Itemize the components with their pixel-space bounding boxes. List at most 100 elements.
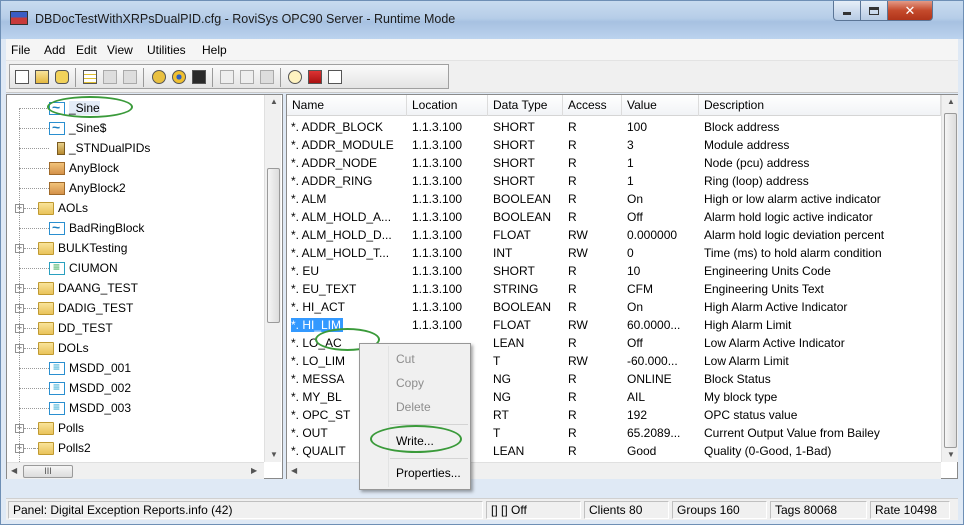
scroll-down-icon[interactable]: ▼ <box>270 450 278 459</box>
menu-item-copy[interactable]: Copy <box>396 376 424 390</box>
grid-vertical-scrollbar[interactable]: ▲ ▼ <box>941 95 958 462</box>
context-menu: Cut Copy Delete Write... Properties... <box>359 343 471 490</box>
gears-icon[interactable] <box>150 68 168 86</box>
cell-desc: High or low alarm active indicator <box>704 192 881 206</box>
paste2-disabled-icon[interactable] <box>258 68 276 86</box>
minimize-button[interactable] <box>833 1 861 21</box>
tree-item[interactable]: + DADIG_TEST <box>7 298 265 318</box>
menu-help[interactable]: Help <box>202 43 227 57</box>
scroll-left-icon[interactable]: ◀ <box>291 466 297 475</box>
paste-disabled-icon[interactable] <box>238 68 256 86</box>
tree-panel[interactable]: _Sine _Sine$ _STNDualPIDs AnyBlock AnyBlock2… <box>6 94 283 479</box>
table-row[interactable]: *. ALM_HOLD_D... 1.1.3.100 FLOAT RW 0.000000… <box>287 226 941 245</box>
tree-item[interactable]: + DAANG_TEST <box>7 278 265 298</box>
scroll-up-icon[interactable]: ▲ <box>270 97 278 106</box>
col-value[interactable]: Value <box>622 95 699 116</box>
tree-item[interactable]: MSDD_003 <box>7 398 265 418</box>
cut-disabled-icon[interactable] <box>218 68 236 86</box>
menu-edit[interactable]: Edit <box>76 43 97 57</box>
target-icon[interactable] <box>170 68 188 86</box>
tree-item[interactable]: _STNDualPIDs <box>7 138 265 158</box>
help-icon[interactable] <box>286 68 304 86</box>
tree-connector <box>19 368 49 369</box>
toolbar-separator <box>280 68 281 87</box>
tree-hscroll-thumb[interactable]: III <box>23 465 73 478</box>
cell-access: R <box>568 210 577 224</box>
tree-item[interactable]: AnyBlock2 <box>7 178 265 198</box>
camera-icon[interactable] <box>190 68 208 86</box>
table-row[interactable]: *. ALM 1.1.3.100 BOOLEAN R On High or low ala… <box>287 190 941 209</box>
col-access[interactable]: Access <box>563 95 622 116</box>
cell-desc: Time (ms) to hold alarm condition <box>704 246 882 260</box>
maximize-button[interactable] <box>860 1 888 21</box>
table-row[interactable]: *. ADDR_NODE 1.1.3.100 SHORT R 1 Node (pcu) a… <box>287 154 941 173</box>
menu-add[interactable]: Add <box>44 43 65 57</box>
scroll-left-icon[interactable]: ◀ <box>11 466 17 475</box>
table-row[interactable]: *. ADDR_MODULE 1.1.3.100 SHORT R 3 Module add… <box>287 136 941 155</box>
tree-item[interactable]: + AOLs <box>7 198 265 218</box>
cell-value: 1 <box>627 156 634 170</box>
cell-access: R <box>568 282 577 296</box>
tree-item-label: Polls <box>58 421 85 435</box>
menu-file[interactable]: File <box>11 43 30 57</box>
status-rate: Rate 10498 <box>870 501 950 519</box>
col-name[interactable]: Name <box>287 95 407 116</box>
tree-item[interactable]: _Sine <box>7 98 265 118</box>
cell-desc: Block Status <box>704 372 771 386</box>
cell-access: R <box>568 264 577 278</box>
cell-location: 1.1.3.100 <box>412 300 463 314</box>
col-location[interactable]: Location <box>407 95 488 116</box>
close-button[interactable]: ✕ <box>887 1 933 21</box>
window-title: DBDocTestWithXRPsDualPID.cfg - RoviSys O… <box>35 12 456 26</box>
tree-item[interactable]: MSDD_001 <box>7 358 265 378</box>
col-data-type[interactable]: Data Type <box>488 95 563 116</box>
tree-item[interactable]: + DOLs <box>7 338 265 358</box>
cell-desc: Engineering Units Text <box>704 282 824 296</box>
folder-icon <box>38 302 54 315</box>
tree-item[interactable]: AnyBlock <box>7 158 265 178</box>
database-icon[interactable] <box>53 68 71 86</box>
cell-type: SHORT <box>493 264 535 278</box>
table-row[interactable]: *. ADDR_RING 1.1.3.100 SHORT R 1 Ring (loop) … <box>287 172 941 191</box>
tree-vertical-scrollbar[interactable]: ▲ ▼ <box>264 95 281 462</box>
menu-utilities[interactable]: Utilities <box>147 43 186 57</box>
table-row[interactable]: *. ADDR_BLOCK 1.1.3.100 SHORT R 100 Block add… <box>287 118 941 137</box>
tree-item[interactable]: _Sine$ <box>7 118 265 138</box>
tree-item[interactable]: BadRingBlock <box>7 218 265 238</box>
tree-item[interactable]: CIUMON <box>7 258 265 278</box>
copy-disabled-icon[interactable] <box>101 68 119 86</box>
menu-item-properties[interactable]: Properties... <box>396 466 461 480</box>
scroll-up-icon[interactable]: ▲ <box>947 97 955 106</box>
table-row[interactable]: *. EU_TEXT 1.1.3.100 STRING R CFM Engineering… <box>287 280 941 299</box>
col-description[interactable]: Description <box>699 95 941 116</box>
table-row[interactable]: *. EU 1.1.3.100 SHORT R 10 Engineering Units … <box>287 262 941 281</box>
grid-header: Name Location Data Type Access Value Des… <box>287 95 941 116</box>
grid-vscroll-thumb[interactable] <box>944 113 957 448</box>
tree-connector <box>19 108 49 109</box>
cell-location: 1.1.3.100 <box>412 192 463 206</box>
title-bar[interactable]: DBDocTestWithXRPsDualPID.cfg - RoviSys O… <box>1 1 963 39</box>
scroll-down-icon[interactable]: ▼ <box>947 450 955 459</box>
grid-icon[interactable] <box>81 68 99 86</box>
menu-view[interactable]: View <box>107 43 133 57</box>
new-icon[interactable] <box>13 68 31 86</box>
menu-item-delete[interactable]: Delete <box>396 400 431 414</box>
tree-item[interactable]: + DD_TEST <box>7 318 265 338</box>
table-row[interactable]: *. ALM_HOLD_A... 1.1.3.100 BOOLEAN R Off Alar… <box>287 208 941 227</box>
tree-vscroll-thumb[interactable] <box>267 168 280 323</box>
tree-item[interactable]: + BULKTesting <box>7 238 265 258</box>
cell-desc: Low Alarm Active Indicator <box>704 336 845 350</box>
menu-item-cut[interactable]: Cut <box>396 352 415 366</box>
table-row[interactable]: *. HI_ACT 1.1.3.100 BOOLEAN R On High Alarm A… <box>287 298 941 317</box>
table-row[interactable]: *. HI_LIM 1.1.3.100 FLOAT RW 60.0000... High … <box>287 316 941 335</box>
tree-item[interactable]: + Polls <box>7 418 265 438</box>
alert-disabled-icon[interactable] <box>121 68 139 86</box>
scroll-right-icon[interactable]: ▶ <box>251 466 257 475</box>
tree-item[interactable]: MSDD_002 <box>7 378 265 398</box>
tree-item[interactable]: + Polls2 <box>7 438 265 458</box>
table-row[interactable]: *. ALM_HOLD_T... 1.1.3.100 INT RW 0 Time (ms)… <box>287 244 941 263</box>
context-help-icon[interactable] <box>326 68 344 86</box>
open-icon[interactable] <box>33 68 51 86</box>
help-book-icon[interactable] <box>306 68 324 86</box>
tree-horizontal-scrollbar[interactable]: ◀ III ▶ <box>7 462 264 479</box>
